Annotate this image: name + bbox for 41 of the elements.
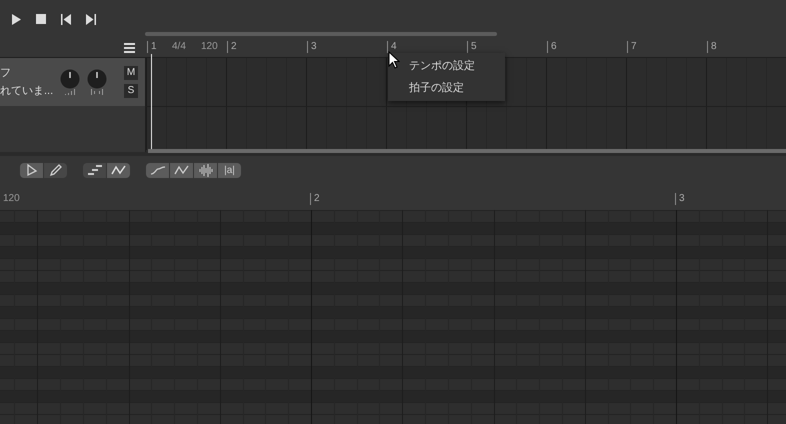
previous-icon[interactable] [61,14,72,24]
curve-tool-button[interactable] [146,162,169,178]
waveform-icon [198,163,214,177]
knob-icon[interactable] [87,69,107,89]
lyric-tool-button[interactable]: |a| [218,162,241,178]
points-tool-button[interactable] [107,162,130,178]
track-header[interactable]: フ れていま... M S [0,58,145,106]
wave-icon [174,163,190,177]
bar-number: 3 [307,41,317,53]
pointer-tool-button[interactable] [20,162,43,178]
steps-tool-button[interactable] [83,162,106,178]
scrollbar-thumb[interactable] [148,149,786,153]
tempo-value: 120 [3,193,20,205]
cursor-icon [388,51,400,69]
scrollbar-thumb[interactable] [145,32,497,36]
bar-number: 1 [147,41,157,53]
stop-icon[interactable] [36,14,47,24]
tempo-value: 120 [201,41,218,53]
solo-button[interactable]: S [124,84,138,98]
bar-number: 6 [547,41,557,53]
next-icon[interactable] [86,14,97,24]
bar-number: 2 [310,193,320,205]
knob-icon[interactable] [60,69,80,89]
menu-item[interactable]: 拍子の設定 [388,77,505,99]
waveform-tool-button[interactable] [194,162,217,178]
pencil-icon [48,163,64,177]
mute-button[interactable]: M [124,66,138,80]
play-icon[interactable] [11,14,22,24]
points-icon [110,163,126,177]
time-signature: 4/4 [172,41,186,53]
pan-icon [91,89,103,95]
track-status: れていま... [0,84,54,99]
wave-tool-button[interactable] [170,162,193,178]
track-name: フ [0,66,12,81]
bar-number: 8 [707,41,717,53]
steps-icon [86,163,102,177]
bar-number: 7 [627,41,637,53]
pencil-tool-button[interactable] [44,162,67,178]
menu-icon[interactable] [124,42,135,52]
bar-number: 2 [227,41,237,53]
bar-number: 3 [675,193,685,205]
